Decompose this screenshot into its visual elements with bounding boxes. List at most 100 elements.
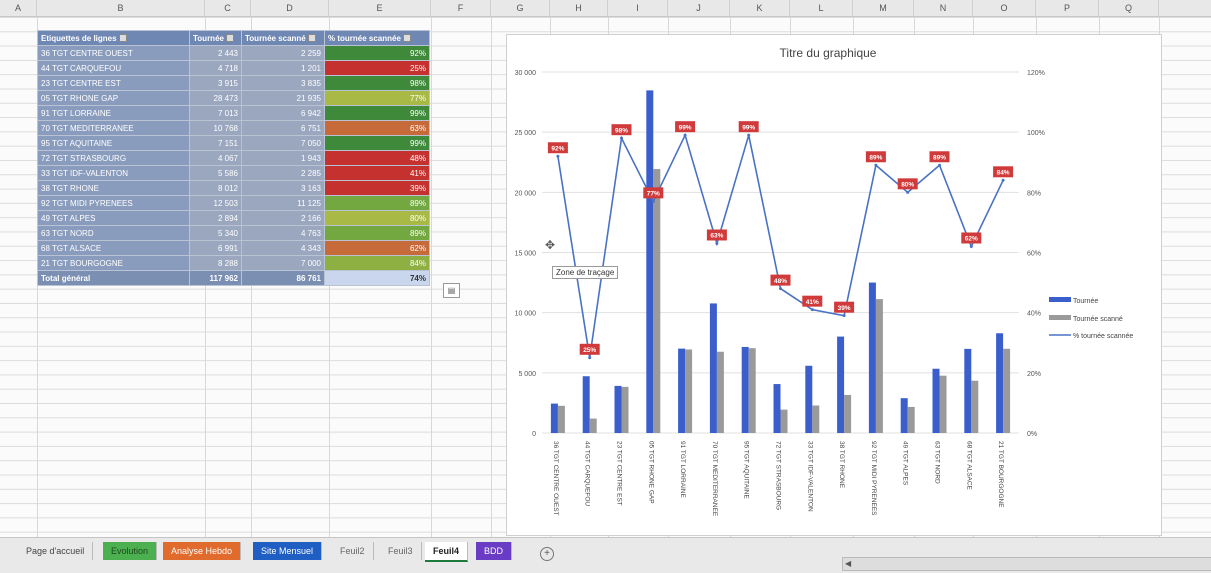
cell-tournee[interactable]: 7 013 xyxy=(189,105,242,121)
column-header-i[interactable]: I xyxy=(608,0,668,16)
row-label[interactable]: 38 TGT RHONE xyxy=(37,180,190,196)
total-pct[interactable]: 74% xyxy=(324,270,430,286)
cell-pct-scannee[interactable]: 80% xyxy=(324,210,430,226)
header-row-labels[interactable]: Etiquettes de lignes xyxy=(37,30,190,46)
scroll-left-icon[interactable]: ◀ xyxy=(845,558,851,570)
column-header-p[interactable]: P xyxy=(1036,0,1099,16)
filter-dropdown-icon[interactable] xyxy=(402,34,411,43)
column-header-f[interactable]: F xyxy=(431,0,491,16)
cell-tournee[interactable]: 3 915 xyxy=(189,75,242,91)
cell-tournee-scanne[interactable]: 3 163 xyxy=(241,180,325,196)
filter-dropdown-icon[interactable] xyxy=(225,34,234,43)
cell-pct-scannee[interactable]: 92% xyxy=(324,45,430,61)
horizontal-scrollbar[interactable]: ◀ xyxy=(842,557,1211,571)
cell-tournee[interactable]: 4 718 xyxy=(189,60,242,76)
table-row[interactable]: 68 TGT ALSACE 6 991 4 343 62% xyxy=(37,240,430,256)
cell-pct-scannee[interactable]: 99% xyxy=(324,105,430,121)
cell-pct-scannee[interactable]: 62% xyxy=(324,240,430,256)
cell-tournee[interactable]: 10 768 xyxy=(189,120,242,136)
cell-tournee-scanne[interactable]: 4 763 xyxy=(241,225,325,241)
column-header-a[interactable]: A xyxy=(0,0,37,16)
table-row[interactable]: 05 TGT RHONE GAP 28 473 21 935 77% xyxy=(37,90,430,106)
cell-tournee-scanne[interactable]: 21 935 xyxy=(241,90,325,106)
column-header-b[interactable]: B xyxy=(37,0,205,16)
total-row[interactable]: Total général 117 962 86 761 74% xyxy=(37,270,430,286)
cell-tournee-scanne[interactable]: 7 050 xyxy=(241,135,325,151)
row-label[interactable]: 63 TGT NORD xyxy=(37,225,190,241)
total-label[interactable]: Total général xyxy=(37,270,190,286)
table-row[interactable]: 36 TGT CENTRE OUEST 2 443 2 259 92% xyxy=(37,45,430,61)
column-header-o[interactable]: O xyxy=(973,0,1036,16)
table-row[interactable]: 38 TGT RHONE 8 012 3 163 39% xyxy=(37,180,430,196)
chart-svg[interactable]: Titre du graphique 0 5 000 10 000 15 000 20 0… xyxy=(507,35,1161,535)
row-label[interactable]: 05 TGT RHONE GAP xyxy=(37,90,190,106)
table-row[interactable]: 21 TGT BOURGOGNE 8 288 7 000 84% xyxy=(37,255,430,271)
cell-pct-scannee[interactable]: 98% xyxy=(324,75,430,91)
cell-tournee[interactable]: 8 012 xyxy=(189,180,242,196)
row-label[interactable]: 70 TGT MEDITERRANEE xyxy=(37,120,190,136)
column-header-c[interactable]: C xyxy=(205,0,251,16)
row-label[interactable]: 95 TGT AQUITAINE xyxy=(37,135,190,151)
row-label[interactable]: 68 TGT ALSACE xyxy=(37,240,190,256)
sheet-tab-analyse-hebdo[interactable]: Analyse Hebdo xyxy=(163,542,242,560)
row-label[interactable]: 23 TGT CENTRE EST xyxy=(37,75,190,91)
total-tournee[interactable]: 117 962 xyxy=(189,270,242,286)
cell-tournee-scanne[interactable]: 2 166 xyxy=(241,210,325,226)
header-tournee[interactable]: Tournée xyxy=(189,30,242,46)
cell-tournee-scanne[interactable]: 1 943 xyxy=(241,150,325,166)
combo-chart[interactable]: Titre du graphique 0 5 000 10 000 15 000 20 0… xyxy=(506,34,1162,536)
table-row[interactable]: 95 TGT AQUITAINE 7 151 7 050 99% xyxy=(37,135,430,151)
column-header-k[interactable]: K xyxy=(730,0,790,16)
table-row[interactable]: 91 TGT LORRAINE 7 013 6 942 99% xyxy=(37,105,430,121)
cell-tournee[interactable]: 8 288 xyxy=(189,255,242,271)
row-label[interactable]: 33 TGT IDF-VALENTON xyxy=(37,165,190,181)
row-label[interactable]: 91 TGT LORRAINE xyxy=(37,105,190,121)
cell-pct-scannee[interactable]: 48% xyxy=(324,150,430,166)
cell-pct-scannee[interactable]: 41% xyxy=(324,165,430,181)
sheet-tab-evolution[interactable]: Evolution xyxy=(103,542,158,560)
cell-tournee[interactable]: 28 473 xyxy=(189,90,242,106)
sheet-tab-site-mensuel[interactable]: Site Mensuel xyxy=(253,542,323,560)
cell-tournee[interactable]: 2 894 xyxy=(189,210,242,226)
column-header-n[interactable]: N xyxy=(914,0,973,16)
cell-tournee[interactable]: 5 340 xyxy=(189,225,242,241)
column-header-q[interactable]: Q xyxy=(1099,0,1159,16)
cell-pct-scannee[interactable]: 63% xyxy=(324,120,430,136)
table-row[interactable]: 23 TGT CENTRE EST 3 915 3 835 98% xyxy=(37,75,430,91)
cell-pct-scannee[interactable]: 89% xyxy=(324,225,430,241)
header-tournee-scanne[interactable]: Tournée scanné xyxy=(241,30,325,46)
table-row[interactable]: 44 TGT CARQUEFOU 4 718 1 201 25% xyxy=(37,60,430,76)
cell-pct-scannee[interactable]: 84% xyxy=(324,255,430,271)
column-header-j[interactable]: J xyxy=(668,0,730,16)
sheet-tab-bdd[interactable]: BDD xyxy=(476,542,513,560)
cell-pct-scannee[interactable]: 39% xyxy=(324,180,430,196)
header-pct-scannee[interactable]: % tournée scannée xyxy=(324,30,430,46)
row-label[interactable]: 21 TGT BOURGOGNE xyxy=(37,255,190,271)
cell-tournee-scanne[interactable]: 2 285 xyxy=(241,165,325,181)
column-header-d[interactable]: D xyxy=(251,0,329,16)
cell-tournee-scanne[interactable]: 4 343 xyxy=(241,240,325,256)
row-label[interactable]: 92 TGT MIDI PYRENEES xyxy=(37,195,190,211)
paste-options-icon[interactable]: ▤ xyxy=(443,283,460,298)
cell-tournee[interactable]: 2 443 xyxy=(189,45,242,61)
filter-dropdown-icon[interactable] xyxy=(118,34,127,43)
total-scanne[interactable]: 86 761 xyxy=(241,270,325,286)
cell-tournee-scanne[interactable]: 2 259 xyxy=(241,45,325,61)
column-header-l[interactable]: L xyxy=(790,0,853,16)
row-label[interactable]: 44 TGT CARQUEFOU xyxy=(37,60,190,76)
cell-tournee-scanne[interactable]: 11 125 xyxy=(241,195,325,211)
cell-tournee[interactable]: 5 586 xyxy=(189,165,242,181)
sheet-tab-page-d-accueil[interactable]: Page d'accueil xyxy=(18,542,94,560)
cell-tournee-scanne[interactable]: 3 835 xyxy=(241,75,325,91)
sheet-tab-feuil2[interactable]: Feuil2 xyxy=(332,542,374,560)
table-row[interactable]: 63 TGT NORD 5 340 4 763 89% xyxy=(37,225,430,241)
cell-tournee-scanne[interactable]: 6 942 xyxy=(241,105,325,121)
column-header-g[interactable]: G xyxy=(491,0,550,16)
cell-tournee[interactable]: 12 503 xyxy=(189,195,242,211)
cell-tournee[interactable]: 4 067 xyxy=(189,150,242,166)
column-header-e[interactable]: E xyxy=(329,0,431,16)
row-label[interactable]: 49 TGT ALPES xyxy=(37,210,190,226)
table-row[interactable]: 33 TGT IDF-VALENTON 5 586 2 285 41% xyxy=(37,165,430,181)
cell-pct-scannee[interactable]: 89% xyxy=(324,195,430,211)
cell-tournee-scanne[interactable]: 6 751 xyxy=(241,120,325,136)
